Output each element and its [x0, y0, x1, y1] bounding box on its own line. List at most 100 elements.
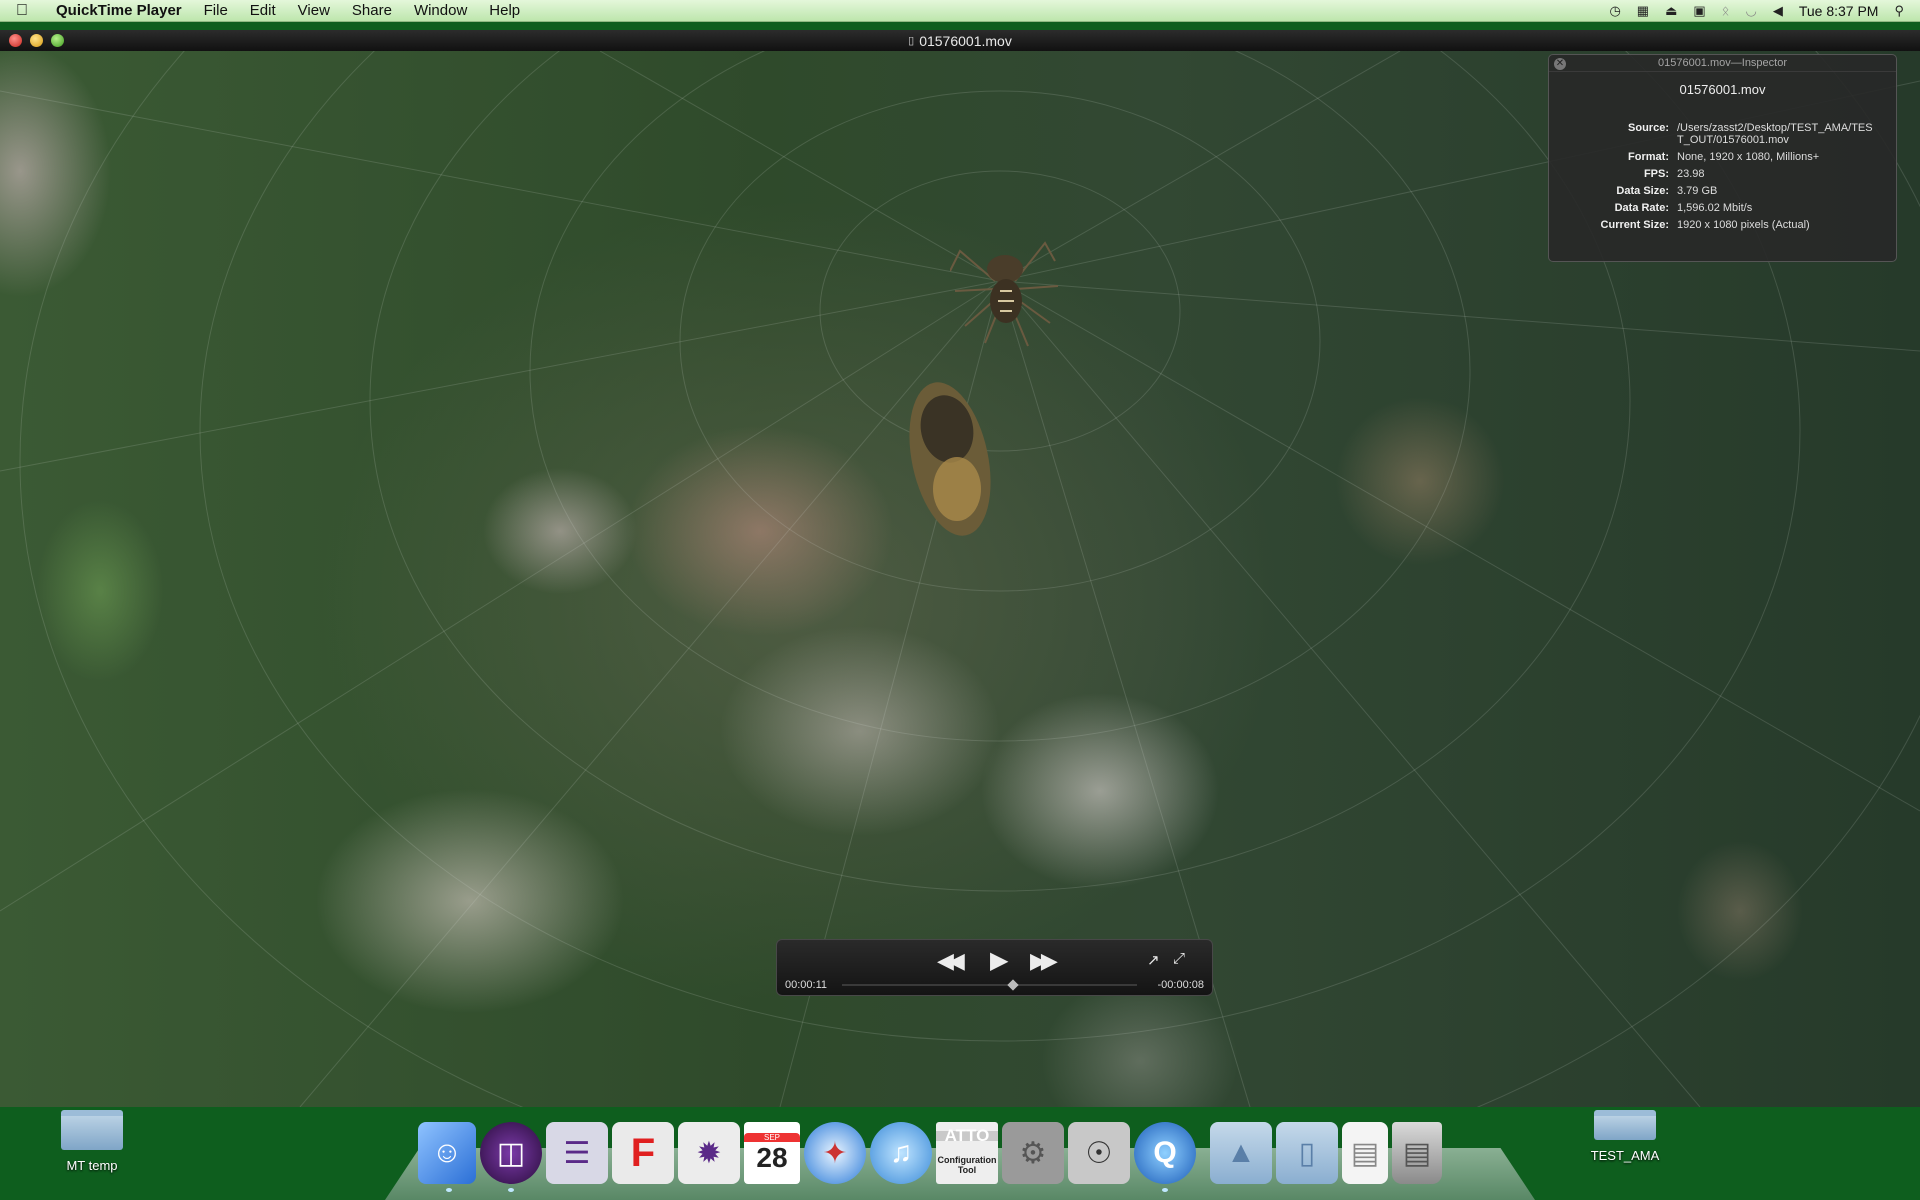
property-value: 1,596.02 Mbit/s	[1677, 202, 1753, 214]
property-value: 3.79 GB	[1677, 185, 1718, 197]
atto-label: Configuration Tool	[937, 1155, 997, 1175]
property-value: 23.98	[1677, 168, 1705, 180]
dock-pdf-stack[interactable]: ▤	[1342, 1122, 1388, 1184]
running-indicator	[1162, 1188, 1168, 1192]
scrubber-playhead[interactable]	[1007, 979, 1019, 991]
disk-utility-icon: ☉	[1085, 1136, 1113, 1170]
rewind-button[interactable]: ◀◀	[937, 948, 965, 974]
bluetooth-icon[interactable]: ᛟ	[1722, 3, 1730, 18]
property-label: Data Size:	[1616, 185, 1669, 197]
menubar-clock[interactable]: Tue 8:37 PM	[1799, 3, 1879, 19]
display-icon[interactable]: ▣	[1693, 3, 1705, 19]
quicktime-icon: Q	[1153, 1136, 1177, 1169]
inspector-titlebar[interactable]: ✕ 01576001.mov—Inspector	[1549, 55, 1896, 72]
document-icon: ▯	[908, 35, 915, 47]
system-preferences-gear-icon: ⚙	[1019, 1136, 1047, 1170]
property-label: Data Rate:	[1614, 202, 1669, 214]
desktop-folder-mt-temp[interactable]: MT temp	[52, 1110, 132, 1173]
running-indicator	[508, 1188, 514, 1192]
property-label: Source:	[1628, 122, 1669, 134]
property-label: Current Size:	[1600, 219, 1669, 231]
applications-folder-icon: ▲	[1226, 1136, 1256, 1169]
dock-trash[interactable]: ▤	[1392, 1122, 1442, 1184]
property-value: 1920 x 1080 pixels (Actual)	[1677, 219, 1810, 231]
dock-filezilla[interactable]: F	[612, 1122, 674, 1184]
property-format: Format: None, 1920 x 1080, Millions+	[1549, 151, 1896, 163]
time-machine-icon[interactable]: ◷	[1609, 3, 1620, 19]
dock-applications-stack[interactable]: ▲	[1210, 1122, 1272, 1184]
calendar-day: 28	[756, 1141, 788, 1173]
dock-quicktime[interactable]: Q	[1134, 1122, 1196, 1192]
property-label: Format:	[1628, 151, 1669, 163]
wrapped-insect-image	[909, 382, 991, 536]
dock-documents-stack[interactable]: ▯	[1276, 1122, 1338, 1184]
dock-atto-config[interactable]: ATTO Configuration Tool	[936, 1122, 998, 1184]
property-current-size: Current Size: 1920 x 1080 pixels (Actual…	[1549, 219, 1896, 231]
inspector-close-icon[interactable]: ✕	[1554, 58, 1566, 70]
property-label: FPS:	[1643, 168, 1669, 180]
dock-media-composer[interactable]: ◫	[480, 1122, 542, 1192]
safari-compass-icon: ✦	[822, 1136, 848, 1170]
play-button[interactable]: ▶	[990, 946, 1008, 975]
dock-disk-utility[interactable]: ☉	[1068, 1122, 1130, 1184]
inspector-file-name: 01576001.mov	[1679, 82, 1766, 97]
desktop-folder-label: TEST_AMA	[1590, 1148, 1660, 1163]
menu-bar:  QuickTime Player File Edit View Share …	[0, 0, 1920, 22]
apple-menu-icon[interactable]: 	[16, 2, 42, 20]
close-window-button[interactable]	[9, 34, 22, 47]
remaining-time: -00:00:08	[1157, 979, 1204, 991]
dock-ical[interactable]: SEP 28	[744, 1122, 800, 1184]
property-source: Source: /Users/zasst2/Desktop/TEST_AMA/T…	[1549, 122, 1896, 146]
property-value: None, 1920 x 1080, Millions+	[1677, 151, 1820, 163]
desktop-folder-test-ama[interactable]: TEST_AMA	[1585, 1110, 1665, 1163]
window-titlebar[interactable]: ▯ 01576001.mov	[0, 30, 1920, 51]
dock: ☺ ◫ ☰ F ✹ SEP 28 ✦ ♫ ATTO Configuration …	[418, 1118, 1442, 1192]
playback-controller: ◀◀ ▶ ▶▶ ↗ ⤢ 00:00:11 -00:00:08	[776, 939, 1213, 996]
share-icon[interactable]: ↗	[1147, 951, 1160, 969]
menu-window[interactable]: Window	[403, 2, 478, 19]
volume-icon[interactable]: ◀	[1773, 3, 1783, 19]
app-menu[interactable]: QuickTime Player	[56, 2, 193, 19]
minimize-window-button[interactable]	[30, 34, 43, 47]
dock-itunes[interactable]: ♫	[870, 1122, 932, 1184]
status-area: ◷ ▦ ⏏ ▣ ᛟ ◡ ◀ Tue 8:37 PM ⚲	[1609, 3, 1920, 19]
property-fps: FPS: 23.98	[1549, 168, 1896, 180]
inspector-title: 01576001.mov—Inspector	[1657, 57, 1788, 69]
window-title: 01576001.mov	[919, 32, 1012, 49]
dock-list-app[interactable]: ☰	[546, 1122, 608, 1184]
fullscreen-icon[interactable]: ⤢	[1173, 950, 1185, 967]
trash-icon: ▤	[1402, 1136, 1432, 1170]
finder-icon: ☺	[431, 1136, 463, 1169]
scrubber-track[interactable]	[842, 984, 1137, 986]
menu-view[interactable]: View	[287, 2, 341, 19]
documents-folder-icon: ▯	[1298, 1136, 1316, 1170]
menu-share[interactable]: Share	[341, 2, 403, 19]
list-icon: ☰	[563, 1136, 591, 1170]
eject-icon[interactable]: ⏏	[1665, 3, 1677, 19]
spotlight-icon[interactable]: ⚲	[1894, 3, 1904, 19]
calendar-month: SEP	[744, 1132, 800, 1142]
dock-system-preferences[interactable]: ⚙	[1002, 1122, 1064, 1184]
spaces-icon[interactable]: ▦	[1637, 3, 1649, 19]
running-indicator	[446, 1188, 452, 1192]
folder-icon	[61, 1110, 123, 1150]
desktop-folder-label: MT temp	[66, 1158, 118, 1173]
sprocket-icon: ✹	[696, 1136, 722, 1170]
menu-file[interactable]: File	[193, 2, 239, 19]
menu-help[interactable]: Help	[478, 2, 531, 19]
property-data-rate: Data Rate: 1,596.02 Mbit/s	[1549, 202, 1896, 214]
filezilla-icon: F	[630, 1130, 656, 1175]
wifi-icon[interactable]: ◡	[1745, 3, 1756, 19]
menu-edit[interactable]: Edit	[239, 2, 287, 19]
zoom-window-button[interactable]	[51, 34, 64, 47]
dock-finder[interactable]: ☺	[418, 1122, 476, 1192]
folder-icon	[1594, 1110, 1656, 1140]
dock-gear-app[interactable]: ✹	[678, 1122, 740, 1184]
window-controls	[9, 34, 64, 47]
itunes-note-icon: ♫	[889, 1136, 913, 1169]
fast-forward-button[interactable]: ▶▶	[1030, 948, 1058, 974]
atto-logo: ATTO	[936, 1127, 998, 1144]
inspector-panel: ✕ 01576001.mov—Inspector 01576001.mov So…	[1548, 54, 1897, 262]
media-composer-icon: ◫	[496, 1136, 526, 1170]
dock-safari[interactable]: ✦	[804, 1122, 866, 1184]
